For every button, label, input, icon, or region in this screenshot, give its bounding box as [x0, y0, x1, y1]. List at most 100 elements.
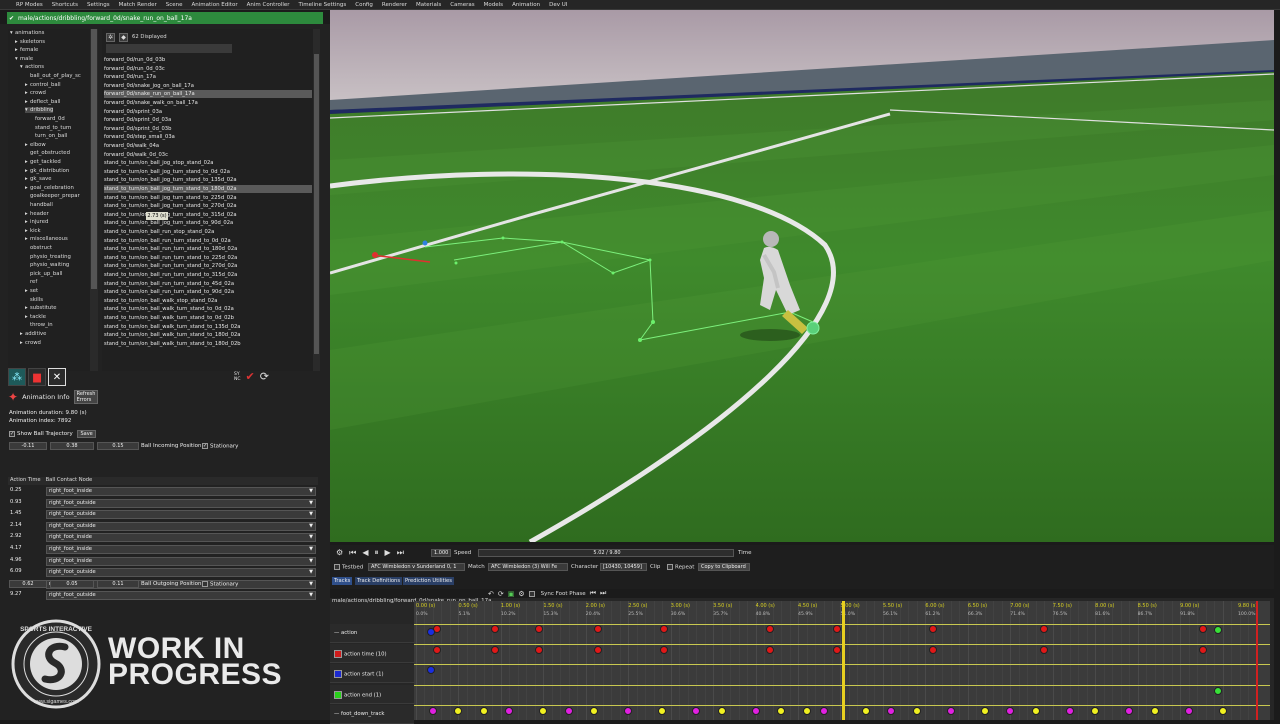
- animation-list-item[interactable]: stand_to_turn/on_ball_jog_turn_stand_to_…: [104, 185, 312, 193]
- animation-list-item[interactable]: forward_0d/snake_jog_on_ball_17a: [104, 82, 312, 90]
- foot-down-key[interactable]: [912, 707, 921, 715]
- foot-down-key[interactable]: [564, 707, 573, 715]
- incoming-x-field[interactable]: -0.11: [9, 442, 47, 450]
- foot-down-key[interactable]: [1065, 707, 1074, 715]
- tree-item[interactable]: ▾ actions: [20, 64, 44, 70]
- tab-track-definitions[interactable]: Track Definitions: [355, 577, 403, 585]
- skip-start-icon[interactable]: ⏮: [349, 548, 356, 558]
- redo-icon[interactable]: ⟳: [498, 590, 504, 598]
- skeleton-tool-button[interactable]: ⁂: [8, 368, 26, 386]
- animation-list-item[interactable]: stand_to_turn/on_ball_jog_turn_stand_to_…: [104, 176, 312, 184]
- action-summary-key[interactable]: [535, 625, 544, 633]
- action-summary-key[interactable]: [659, 625, 668, 633]
- tree-item[interactable]: handball: [25, 202, 53, 208]
- tree-item[interactable]: ▸ set: [25, 288, 38, 294]
- list-scrollbar-thumb[interactable]: [314, 54, 319, 354]
- animation-list-item[interactable]: stand_to_turn/on_ball_jog_turn_stand_to_…: [104, 202, 312, 210]
- foot-down-key[interactable]: [479, 707, 488, 715]
- character-dropdown[interactable]: AFC Wimbledon (3) Will Fe: [488, 563, 568, 571]
- step-forward-icon[interactable]: ▶: [385, 548, 391, 558]
- tree-item[interactable]: obstruct: [25, 245, 52, 251]
- outgoing-z-field[interactable]: 0.11: [97, 580, 139, 588]
- foot-down-key[interactable]: [624, 707, 633, 715]
- foot-down-key[interactable]: [590, 707, 599, 715]
- contact-node-dropdown[interactable]: right_foot_outside: [46, 521, 316, 531]
- contact-node-dropdown[interactable]: right_foot_inside: [46, 545, 316, 554]
- menu-item[interactable]: Anim Controller: [247, 2, 290, 8]
- animation-list-item[interactable]: stand_to_turn/on_ball_walk_turn_stand_to…: [104, 340, 312, 348]
- foot-down-key[interactable]: [454, 707, 463, 715]
- animation-list-item[interactable]: forward_0d/sprint_03a: [104, 108, 312, 116]
- undo-icon[interactable]: ↶: [488, 590, 494, 598]
- foot-down-key[interactable]: [717, 707, 726, 715]
- animation-list-item[interactable]: forward_0d/walk_04a: [104, 142, 312, 150]
- animation-list-item[interactable]: forward_0d/run_0d_03c: [104, 65, 312, 73]
- track-row[interactable]: action time (10): [330, 644, 414, 663]
- tree-item[interactable]: skills: [25, 297, 43, 303]
- tree-item[interactable]: ▸ gk_distribution: [25, 168, 69, 174]
- foot-down-key[interactable]: [428, 707, 437, 715]
- animation-list-item[interactable]: forward_0d/snake_walk_on_ball_17a: [104, 99, 312, 107]
- animation-list-item[interactable]: stand_to_turn/on_ball_jog_turn_stand_to_…: [104, 194, 312, 202]
- tree-item[interactable]: ▸ control_ball: [25, 82, 61, 88]
- animation-list-item[interactable]: stand_to_turn/on_ball_run_turn_stand_to_…: [104, 254, 312, 262]
- tab-prediction-utilities[interactable]: Prediction Utilities: [403, 577, 454, 585]
- tree-item[interactable]: ▸ crowd: [25, 90, 46, 96]
- tree-item[interactable]: ▸ header: [25, 211, 49, 217]
- check-icon[interactable]: ✔: [246, 370, 255, 383]
- copy-clipboard-button[interactable]: Copy to Clipboard: [698, 563, 750, 571]
- tree-item[interactable]: forward_0d: [30, 116, 65, 122]
- action-start-key[interactable]: [427, 666, 436, 674]
- contact-node-dropdown[interactable]: right_foot_inside: [46, 556, 316, 566]
- testbed-checkbox[interactable]: [334, 564, 340, 570]
- action-time-value[interactable]: 4.17: [10, 545, 22, 551]
- action-summary-key[interactable]: [427, 628, 436, 636]
- animation-list-item[interactable]: stand_to_turn/on_ball_walk_turn_stand_to…: [104, 305, 312, 313]
- foot-down-key[interactable]: [1125, 707, 1134, 715]
- action-time-key[interactable]: [433, 646, 442, 654]
- tree-item[interactable]: ▸ gk_save: [25, 176, 51, 182]
- prev-key-icon[interactable]: ⏮: [590, 589, 596, 598]
- playhead[interactable]: [842, 601, 846, 720]
- menu-item[interactable]: Models: [484, 2, 503, 8]
- tree-scrollbar[interactable]: [90, 29, 98, 371]
- incoming-stationary-checkbox[interactable]: ✓: [202, 443, 208, 449]
- animation-list-item[interactable]: forward_0d/step_small_03a: [104, 133, 312, 141]
- outgoing-x-field[interactable]: 0.62: [9, 580, 47, 588]
- action-time-key[interactable]: [490, 646, 499, 654]
- foot-down-key[interactable]: [1006, 707, 1015, 715]
- foot-down-key[interactable]: [1091, 707, 1100, 715]
- repeat-checkbox[interactable]: [667, 564, 673, 570]
- 3d-viewport[interactable]: [330, 10, 1274, 542]
- action-end-key[interactable]: [1214, 687, 1223, 695]
- outgoing-y-field[interactable]: 0.05: [50, 580, 94, 588]
- action-time-key[interactable]: [929, 646, 938, 654]
- menu-item[interactable]: Timeline Settings: [299, 2, 347, 8]
- menu-item[interactable]: Config: [355, 2, 373, 8]
- foot-down-key[interactable]: [887, 707, 896, 715]
- tab-tracks[interactable]: Tracks: [332, 577, 353, 585]
- tree-item[interactable]: ball_out_of_play_sc: [25, 73, 81, 79]
- incoming-z-field[interactable]: 0.15: [97, 442, 139, 450]
- action-summary-key[interactable]: [1199, 625, 1207, 633]
- tree-item[interactable]: ▸ injured: [25, 219, 48, 225]
- foot-down-key[interactable]: [505, 707, 514, 715]
- menu-item[interactable]: RP Modes: [16, 2, 43, 8]
- menu-item[interactable]: Animation: [512, 2, 540, 8]
- pause-icon[interactable]: ⏸: [375, 548, 379, 558]
- action-summary-key[interactable]: [593, 625, 602, 633]
- foot-down-key[interactable]: [1150, 707, 1159, 715]
- menu-item[interactable]: Dev UI: [549, 2, 567, 8]
- foot-down-key[interactable]: [802, 707, 811, 715]
- contact-node-dropdown[interactable]: right_foot_inside: [46, 487, 316, 496]
- animation-list-item[interactable]: stand_to_turn/on_ball_run_turn_stand_to_…: [104, 280, 312, 288]
- animation-tree[interactable]: ▾ animations ▸ skeletons ▸ female ▾ male ▾ action…: [8, 29, 90, 371]
- foot-down-key[interactable]: [692, 707, 701, 715]
- contact-node-dropdown[interactable]: right_foot_outside: [46, 591, 316, 601]
- tree-item[interactable]: ref: [25, 279, 37, 285]
- action-time-value[interactable]: 6.09: [10, 568, 22, 574]
- skip-end-icon[interactable]: ⏭: [397, 548, 404, 558]
- action-time-key[interactable]: [1040, 646, 1049, 654]
- track-row[interactable]: action start (1): [330, 664, 414, 683]
- animation-list-item[interactable]: stand_to_turn/on_ball_jog_turn_stand_to_…: [104, 211, 312, 219]
